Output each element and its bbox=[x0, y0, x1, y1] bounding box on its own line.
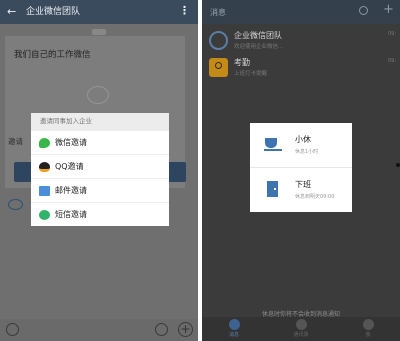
coffee-cup-icon bbox=[264, 136, 282, 152]
messages-title-bar: 消息 + bbox=[202, 0, 400, 24]
team-chat-icon bbox=[209, 31, 228, 50]
invite-sms-item[interactable]: 短信邀请 bbox=[31, 202, 169, 226]
chat-title: 企业微信团队 bbox=[26, 7, 81, 17]
left-phone-screen: ← 企业微信团队 ⋮ 我们自己的工作微信 邀请 + 邀请同事加入企业 微信邀请 … bbox=[0, 0, 198, 341]
messages-title: 消息 bbox=[210, 8, 226, 17]
conversation-name: 企业微信团队 bbox=[234, 31, 282, 40]
profile-icon bbox=[362, 319, 374, 330]
invite-qq-label: QQ邀请 bbox=[55, 162, 84, 171]
tab-messages[interactable]: 消息 bbox=[219, 319, 249, 338]
welcome-card-heading: 我们自己的工作微信 bbox=[14, 50, 91, 60]
bottom-tab-bar: 消息 通讯录 我 bbox=[202, 317, 400, 341]
add-icon[interactable]: + bbox=[383, 3, 394, 17]
status-description: 休息1小时 bbox=[295, 149, 319, 155]
status-off-work[interactable]: 下班 休息到明天09:00 bbox=[250, 167, 352, 211]
tab-contacts[interactable]: 通讯录 bbox=[286, 319, 316, 338]
conversation-time: 09: bbox=[387, 31, 396, 37]
invite-menu-header: 邀请同事加入企业 bbox=[31, 113, 169, 130]
more-vertical-icon[interactable]: ⋮ bbox=[179, 4, 190, 18]
conversation-name: 考勤 bbox=[234, 58, 250, 67]
chat-title-bar: ← 企业微信团队 ⋮ bbox=[0, 0, 198, 24]
back-arrow-icon[interactable]: ← bbox=[7, 5, 16, 18]
tab-label: 我 bbox=[365, 332, 371, 338]
contacts-icon bbox=[295, 319, 307, 330]
invite-wechat-item[interactable]: 微信邀请 bbox=[31, 130, 169, 154]
conversation-preview: 欢迎使用企业微信... bbox=[234, 44, 284, 50]
conversation-item[interactable]: 考勤 上班打卡提醒 09: bbox=[202, 55, 400, 81]
tab-label: 消息 bbox=[228, 332, 239, 338]
attendance-icon bbox=[209, 58, 228, 77]
invite-sms-label: 短信邀请 bbox=[55, 210, 87, 219]
input-bar: + bbox=[0, 319, 198, 341]
invite-email-item[interactable]: 邮件邀请 bbox=[31, 178, 169, 202]
voice-icon[interactable] bbox=[6, 323, 19, 336]
tab-label: 通讯录 bbox=[293, 332, 309, 338]
timestamp-pill bbox=[92, 29, 106, 35]
edge-dot bbox=[396, 163, 400, 167]
search-icon[interactable] bbox=[359, 6, 368, 15]
add-icon[interactable]: + bbox=[178, 322, 193, 337]
sms-icon bbox=[39, 210, 50, 220]
invite-email-label: 邮件邀请 bbox=[55, 186, 87, 195]
mail-icon bbox=[39, 186, 50, 196]
messages-icon bbox=[228, 319, 240, 330]
door-icon bbox=[264, 181, 282, 197]
status-label: 小休 bbox=[295, 135, 311, 144]
wechat-icon bbox=[39, 138, 50, 148]
status-menu: 小休 休息1小时 下班 休息到明天09:00 bbox=[250, 123, 352, 212]
invite-menu: 邀请同事加入企业 微信邀请 QQ邀请 邮件邀请 短信邀请 bbox=[31, 113, 169, 226]
chat-bubble-icon bbox=[87, 86, 109, 104]
invite-wechat-label: 微信邀请 bbox=[55, 138, 87, 147]
welcome-card-label: 邀请 bbox=[8, 137, 23, 146]
conversation-preview: 上班打卡提醒 bbox=[234, 71, 268, 77]
right-phone-screen: 消息 + 企业微信团队 欢迎使用企业微信... 09: 考勤 上班打卡提醒 09… bbox=[202, 0, 400, 341]
invite-qq-item[interactable]: QQ邀请 bbox=[31, 154, 169, 178]
qq-icon bbox=[39, 162, 50, 172]
emoji-icon[interactable] bbox=[155, 323, 168, 336]
status-description: 休息到明天09:00 bbox=[295, 194, 335, 200]
status-short-break[interactable]: 小休 休息1小时 bbox=[250, 123, 352, 167]
conversation-time: 09: bbox=[387, 58, 396, 64]
tab-me[interactable]: 我 bbox=[353, 319, 383, 338]
chat-avatar-icon bbox=[8, 199, 23, 210]
status-label: 下班 bbox=[295, 180, 311, 189]
conversation-item[interactable]: 企业微信团队 欢迎使用企业微信... 09: bbox=[202, 28, 400, 54]
